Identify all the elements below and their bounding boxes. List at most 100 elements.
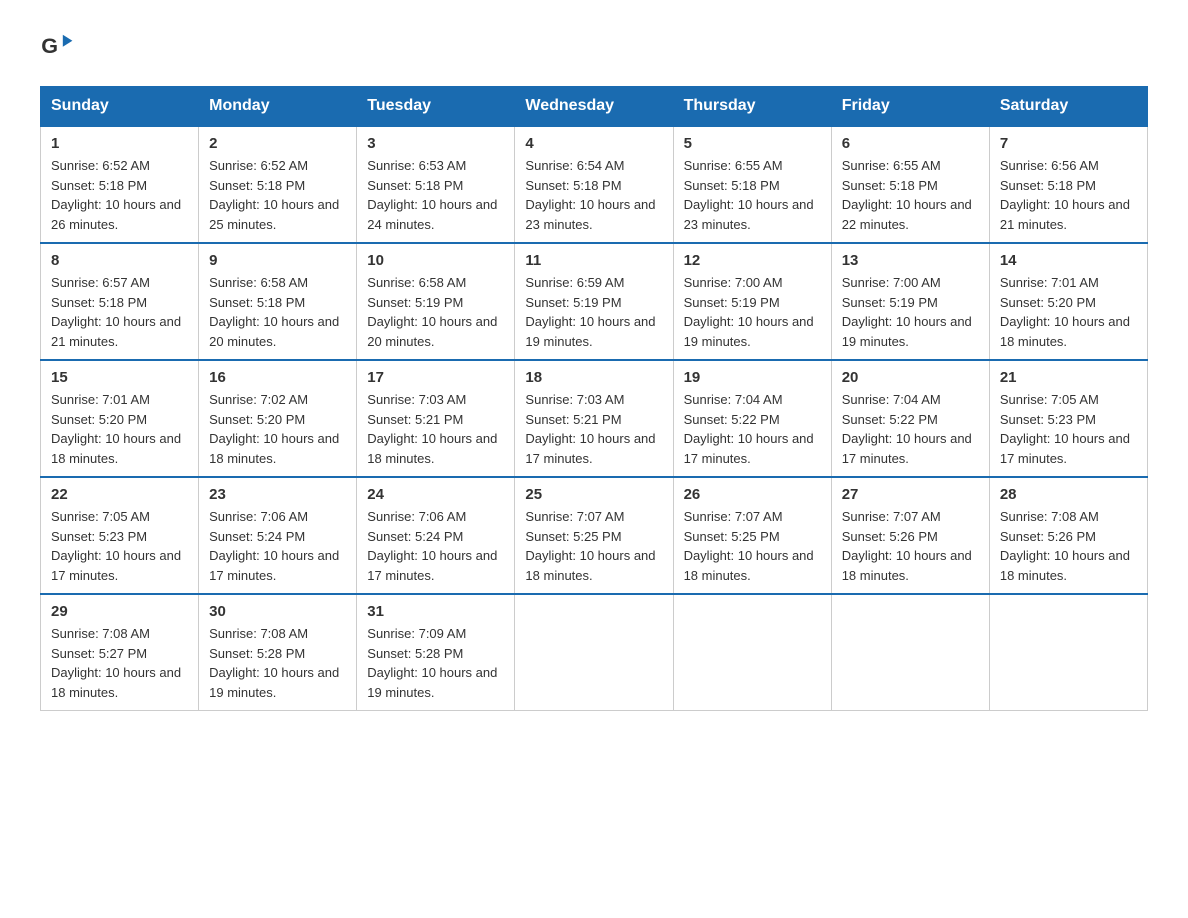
calendar-cell: 14 Sunrise: 7:01 AM Sunset: 5:20 PM Dayl… <box>989 243 1147 360</box>
day-number: 16 <box>209 369 346 386</box>
day-info: Sunrise: 6:54 AM Sunset: 5:18 PM Dayligh… <box>525 156 662 234</box>
day-info: Sunrise: 7:06 AM Sunset: 5:24 PM Dayligh… <box>209 507 346 585</box>
day-number: 7 <box>1000 135 1137 152</box>
calendar-cell: 6 Sunrise: 6:55 AM Sunset: 5:18 PM Dayli… <box>831 126 989 243</box>
day-number: 11 <box>525 252 662 269</box>
day-info: Sunrise: 6:58 AM Sunset: 5:18 PM Dayligh… <box>209 273 346 351</box>
calendar-cell <box>831 594 989 711</box>
calendar-cell <box>989 594 1147 711</box>
day-number: 1 <box>51 135 188 152</box>
day-number: 15 <box>51 369 188 386</box>
day-number: 10 <box>367 252 504 269</box>
week-row-5: 29 Sunrise: 7:08 AM Sunset: 5:27 PM Dayl… <box>41 594 1148 711</box>
day-info: Sunrise: 6:57 AM Sunset: 5:18 PM Dayligh… <box>51 273 188 351</box>
day-number: 26 <box>684 486 821 503</box>
calendar-cell: 27 Sunrise: 7:07 AM Sunset: 5:26 PM Dayl… <box>831 477 989 594</box>
logo: G <box>40 30 78 66</box>
day-info: Sunrise: 7:06 AM Sunset: 5:24 PM Dayligh… <box>367 507 504 585</box>
day-info: Sunrise: 7:08 AM Sunset: 5:26 PM Dayligh… <box>1000 507 1137 585</box>
day-info: Sunrise: 6:56 AM Sunset: 5:18 PM Dayligh… <box>1000 156 1137 234</box>
calendar-cell: 20 Sunrise: 7:04 AM Sunset: 5:22 PM Dayl… <box>831 360 989 477</box>
calendar-cell: 31 Sunrise: 7:09 AM Sunset: 5:28 PM Dayl… <box>357 594 515 711</box>
calendar-cell: 5 Sunrise: 6:55 AM Sunset: 5:18 PM Dayli… <box>673 126 831 243</box>
day-info: Sunrise: 7:03 AM Sunset: 5:21 PM Dayligh… <box>367 390 504 468</box>
calendar-cell: 1 Sunrise: 6:52 AM Sunset: 5:18 PM Dayli… <box>41 126 199 243</box>
logo-icon: G <box>40 30 76 66</box>
day-number: 28 <box>1000 486 1137 503</box>
day-info: Sunrise: 7:08 AM Sunset: 5:28 PM Dayligh… <box>209 624 346 702</box>
day-info: Sunrise: 7:03 AM Sunset: 5:21 PM Dayligh… <box>525 390 662 468</box>
day-number: 21 <box>1000 369 1137 386</box>
calendar-cell: 13 Sunrise: 7:00 AM Sunset: 5:19 PM Dayl… <box>831 243 989 360</box>
day-info: Sunrise: 7:09 AM Sunset: 5:28 PM Dayligh… <box>367 624 504 702</box>
day-number: 5 <box>684 135 821 152</box>
day-number: 4 <box>525 135 662 152</box>
day-info: Sunrise: 7:04 AM Sunset: 5:22 PM Dayligh… <box>684 390 821 468</box>
day-number: 2 <box>209 135 346 152</box>
calendar-cell: 8 Sunrise: 6:57 AM Sunset: 5:18 PM Dayli… <box>41 243 199 360</box>
day-info: Sunrise: 7:01 AM Sunset: 5:20 PM Dayligh… <box>51 390 188 468</box>
svg-text:G: G <box>41 33 58 58</box>
calendar-cell: 24 Sunrise: 7:06 AM Sunset: 5:24 PM Dayl… <box>357 477 515 594</box>
day-number: 23 <box>209 486 346 503</box>
day-info: Sunrise: 7:08 AM Sunset: 5:27 PM Dayligh… <box>51 624 188 702</box>
day-number: 30 <box>209 603 346 620</box>
day-number: 8 <box>51 252 188 269</box>
day-number: 18 <box>525 369 662 386</box>
day-info: Sunrise: 6:53 AM Sunset: 5:18 PM Dayligh… <box>367 156 504 234</box>
calendar-cell: 29 Sunrise: 7:08 AM Sunset: 5:27 PM Dayl… <box>41 594 199 711</box>
day-number: 20 <box>842 369 979 386</box>
day-info: Sunrise: 7:00 AM Sunset: 5:19 PM Dayligh… <box>684 273 821 351</box>
day-info: Sunrise: 7:07 AM Sunset: 5:25 PM Dayligh… <box>684 507 821 585</box>
day-number: 24 <box>367 486 504 503</box>
weekday-header-monday: Monday <box>199 87 357 127</box>
calendar-cell: 21 Sunrise: 7:05 AM Sunset: 5:23 PM Dayl… <box>989 360 1147 477</box>
calendar-cell: 26 Sunrise: 7:07 AM Sunset: 5:25 PM Dayl… <box>673 477 831 594</box>
day-info: Sunrise: 7:01 AM Sunset: 5:20 PM Dayligh… <box>1000 273 1137 351</box>
day-info: Sunrise: 6:52 AM Sunset: 5:18 PM Dayligh… <box>51 156 188 234</box>
weekday-header-row: SundayMondayTuesdayWednesdayThursdayFrid… <box>41 87 1148 127</box>
calendar-cell: 25 Sunrise: 7:07 AM Sunset: 5:25 PM Dayl… <box>515 477 673 594</box>
weekday-header-thursday: Thursday <box>673 87 831 127</box>
day-info: Sunrise: 7:04 AM Sunset: 5:22 PM Dayligh… <box>842 390 979 468</box>
day-number: 22 <box>51 486 188 503</box>
day-number: 14 <box>1000 252 1137 269</box>
day-number: 9 <box>209 252 346 269</box>
page-header: G <box>40 30 1148 66</box>
weekday-header-friday: Friday <box>831 87 989 127</box>
calendar-cell: 7 Sunrise: 6:56 AM Sunset: 5:18 PM Dayli… <box>989 126 1147 243</box>
day-info: Sunrise: 7:05 AM Sunset: 5:23 PM Dayligh… <box>1000 390 1137 468</box>
week-row-3: 15 Sunrise: 7:01 AM Sunset: 5:20 PM Dayl… <box>41 360 1148 477</box>
calendar-cell: 2 Sunrise: 6:52 AM Sunset: 5:18 PM Dayli… <box>199 126 357 243</box>
day-info: Sunrise: 6:55 AM Sunset: 5:18 PM Dayligh… <box>842 156 979 234</box>
calendar-table: SundayMondayTuesdayWednesdayThursdayFrid… <box>40 86 1148 711</box>
day-info: Sunrise: 7:07 AM Sunset: 5:26 PM Dayligh… <box>842 507 979 585</box>
calendar-cell: 23 Sunrise: 7:06 AM Sunset: 5:24 PM Dayl… <box>199 477 357 594</box>
day-info: Sunrise: 7:00 AM Sunset: 5:19 PM Dayligh… <box>842 273 979 351</box>
day-info: Sunrise: 6:58 AM Sunset: 5:19 PM Dayligh… <box>367 273 504 351</box>
calendar-cell: 17 Sunrise: 7:03 AM Sunset: 5:21 PM Dayl… <box>357 360 515 477</box>
day-info: Sunrise: 6:52 AM Sunset: 5:18 PM Dayligh… <box>209 156 346 234</box>
day-info: Sunrise: 7:07 AM Sunset: 5:25 PM Dayligh… <box>525 507 662 585</box>
weekday-header-sunday: Sunday <box>41 87 199 127</box>
calendar-cell: 18 Sunrise: 7:03 AM Sunset: 5:21 PM Dayl… <box>515 360 673 477</box>
calendar-cell: 15 Sunrise: 7:01 AM Sunset: 5:20 PM Dayl… <box>41 360 199 477</box>
weekday-header-wednesday: Wednesday <box>515 87 673 127</box>
calendar-cell: 30 Sunrise: 7:08 AM Sunset: 5:28 PM Dayl… <box>199 594 357 711</box>
weekday-header-saturday: Saturday <box>989 87 1147 127</box>
weekday-header-tuesday: Tuesday <box>357 87 515 127</box>
calendar-cell: 3 Sunrise: 6:53 AM Sunset: 5:18 PM Dayli… <box>357 126 515 243</box>
calendar-cell: 16 Sunrise: 7:02 AM Sunset: 5:20 PM Dayl… <box>199 360 357 477</box>
calendar-cell: 11 Sunrise: 6:59 AM Sunset: 5:19 PM Dayl… <box>515 243 673 360</box>
calendar-cell: 4 Sunrise: 6:54 AM Sunset: 5:18 PM Dayli… <box>515 126 673 243</box>
calendar-cell: 19 Sunrise: 7:04 AM Sunset: 5:22 PM Dayl… <box>673 360 831 477</box>
week-row-1: 1 Sunrise: 6:52 AM Sunset: 5:18 PM Dayli… <box>41 126 1148 243</box>
calendar-cell: 9 Sunrise: 6:58 AM Sunset: 5:18 PM Dayli… <box>199 243 357 360</box>
calendar-cell <box>673 594 831 711</box>
day-info: Sunrise: 7:05 AM Sunset: 5:23 PM Dayligh… <box>51 507 188 585</box>
day-number: 12 <box>684 252 821 269</box>
week-row-2: 8 Sunrise: 6:57 AM Sunset: 5:18 PM Dayli… <box>41 243 1148 360</box>
week-row-4: 22 Sunrise: 7:05 AM Sunset: 5:23 PM Dayl… <box>41 477 1148 594</box>
day-number: 19 <box>684 369 821 386</box>
day-number: 6 <box>842 135 979 152</box>
